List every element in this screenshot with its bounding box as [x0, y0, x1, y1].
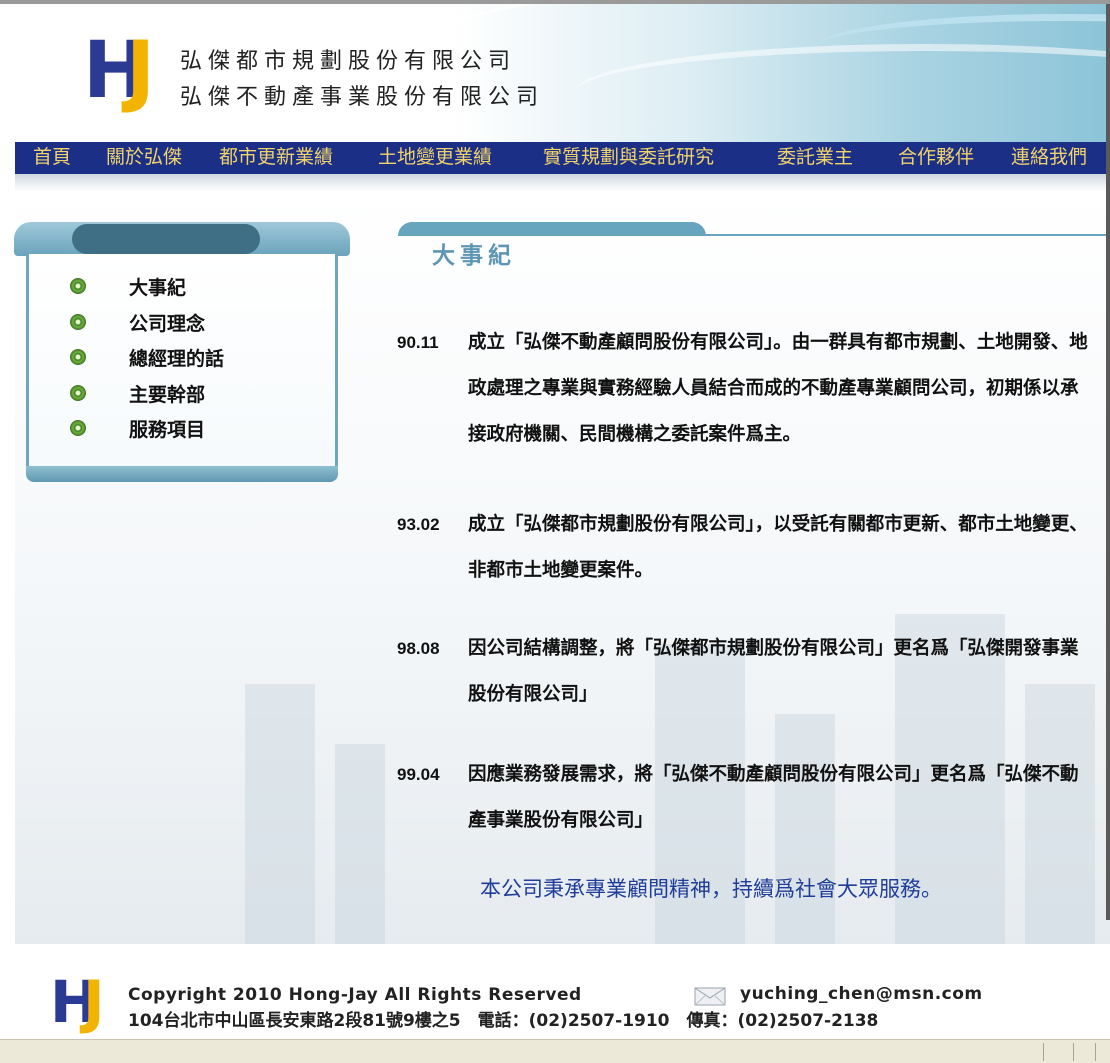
status-bar-separator [1095, 1043, 1096, 1061]
main-tab-bar [398, 222, 706, 236]
nav-item-land-change[interactable]: 土地變更業績 [378, 142, 492, 174]
event-text: 成立「弘傑不動產顧問股份有限公司」。由一群具有都市規劃、土地開發、地政處理之專業… [468, 333, 1088, 445]
sidebar-item-philosophy[interactable]: 公司理念 [129, 313, 205, 337]
footer-logo[interactable]: H J [50, 972, 110, 1032]
main-tab-line [698, 234, 1110, 236]
event-text: 成立「弘傑都市規劃股份有限公司」，以受託有關都市更新、都市土地變更、非都市土地變… [468, 515, 1088, 581]
site-footer: H J Copyright 2010 Hong-Jay All Rights R… [0, 944, 1110, 1039]
window-right-border [1106, 4, 1110, 920]
site-header: H J 弘傑都市規劃股份有限公司 弘傑不動產事業股份有限公司 [15, 4, 1110, 142]
green-bullet-icon [70, 314, 86, 330]
logo-letter-j: J [83, 968, 105, 1036]
copyright-text: Copyright 2010 Hong-Jay All Rights Reser… [128, 985, 582, 1005]
nav-item-home[interactable]: 首頁 [33, 142, 71, 174]
green-bullet-icon [70, 420, 86, 436]
browser-status-bar [0, 1039, 1110, 1063]
sidebar-item-services[interactable]: 服務項目 [129, 419, 205, 443]
sidebar-bottom-bar [26, 466, 338, 482]
nav-shadow [15, 174, 1110, 192]
company-logo[interactable]: H J [83, 32, 163, 110]
status-bar-separator [1073, 1043, 1074, 1061]
green-bullet-icon [70, 385, 86, 401]
contact-address: 104台北市中山區長安東路2段81號9樓之5 電話：(02)2507-1910 … [128, 1011, 879, 1031]
nav-item-about[interactable]: 關於弘傑 [106, 142, 182, 174]
company-name-line2: 弘傑不動產事業股份有限公司 [180, 84, 545, 109]
event-text: 因公司結構調整，將「弘傑都市規劃股份有限公司」更名爲「弘傑開發事業股份有限公司」 [468, 639, 1079, 705]
green-bullet-icon [70, 349, 86, 365]
nav-item-planning-research[interactable]: 實質規劃與委託研究 [543, 142, 714, 174]
envelope-icon[interactable] [694, 984, 726, 1006]
sidebar-item-milestones[interactable]: 大事紀 [129, 277, 186, 301]
status-bar-separator [1043, 1043, 1044, 1061]
page-frame: H J 弘傑都市規劃股份有限公司 弘傑不動產事業股份有限公司 首頁 關於弘傑 都… [0, 0, 1110, 1063]
sidebar-item-gm-message[interactable]: 總經理的話 [129, 348, 224, 372]
event-date: 99.04 [397, 765, 440, 784]
company-name-line1: 弘傑都市規劃股份有限公司 [180, 48, 517, 73]
nav-item-partners[interactable]: 合作夥伴 [898, 142, 974, 174]
event-date: 93.02 [397, 515, 440, 534]
page-title: 大事紀 [432, 243, 516, 268]
green-bullet-icon [70, 278, 86, 294]
nav-item-contact[interactable]: 連絡我們 [1011, 142, 1087, 174]
event-text: 因應業務發展需求，將「弘傑不動產顧問股份有限公司」更名爲「弘傑不動產事業股份有限… [468, 765, 1079, 831]
sidebar-tab-pill [72, 224, 260, 254]
logo-letter-j: J [126, 26, 156, 116]
sidebar-menu: 大事紀 公司理念 總經理的話 主要幹部 服務項目 [14, 222, 350, 492]
main-nav: 首頁 關於弘傑 都市更新業績 土地變更業績 實質規劃與委託研究 委託業主 合作夥… [15, 142, 1110, 174]
background-building [245, 684, 315, 944]
email-link[interactable]: yuching_chen@msn.com [740, 982, 983, 1006]
company-motto: 本公司秉承專業顧問精神，持續爲社會大眾服務。 [480, 877, 942, 901]
nav-item-clients[interactable]: 委託業主 [777, 142, 853, 174]
background-building [335, 744, 385, 944]
nav-item-urban-renewal[interactable]: 都市更新業績 [219, 142, 333, 174]
sidebar-item-key-staff[interactable]: 主要幹部 [129, 384, 205, 408]
event-date: 90.11 [397, 333, 439, 352]
event-date: 98.08 [397, 639, 440, 658]
